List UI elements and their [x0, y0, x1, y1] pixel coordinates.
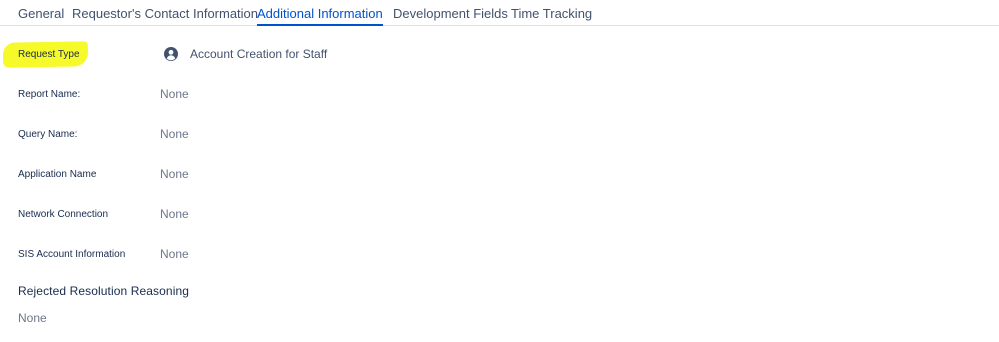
sis-account-information-value[interactable]: None — [160, 247, 189, 262]
report-name-value[interactable]: None — [160, 87, 189, 102]
rejected-resolution-reasoning-value[interactable]: None — [18, 311, 47, 326]
application-name-label: Application Name — [18, 169, 97, 180]
query-name-label: Query Name: — [18, 129, 78, 140]
network-connection-value[interactable]: None — [160, 207, 189, 222]
tab-development-fields[interactable]: Development Fields — [393, 6, 508, 22]
request-type-text: Account Creation for Staff — [190, 46, 328, 61]
sis-account-information-label: SIS Account Information — [18, 249, 126, 260]
user-avatar-icon — [164, 47, 178, 61]
tab-time-tracking[interactable]: Time Tracking — [511, 6, 592, 22]
rejected-resolution-reasoning-heading: Rejected Resolution Reasoning — [18, 284, 190, 298]
report-name-label: Report Name: — [18, 89, 81, 100]
tab-bar: General Requestor's Contact Information … — [0, 0, 999, 26]
tab-additional-information[interactable]: Additional Information — [257, 6, 383, 26]
request-type-label: Request Type — [18, 49, 80, 60]
application-name-value[interactable]: None — [160, 167, 189, 182]
network-connection-label: Network Connection — [18, 209, 109, 220]
query-name-value[interactable]: None — [160, 127, 189, 142]
tab-requestors-contact-information[interactable]: Requestor's Contact Information — [72, 6, 258, 22]
request-type-value: Account Creation for Staff — [164, 46, 327, 62]
tab-general[interactable]: General — [18, 6, 64, 22]
